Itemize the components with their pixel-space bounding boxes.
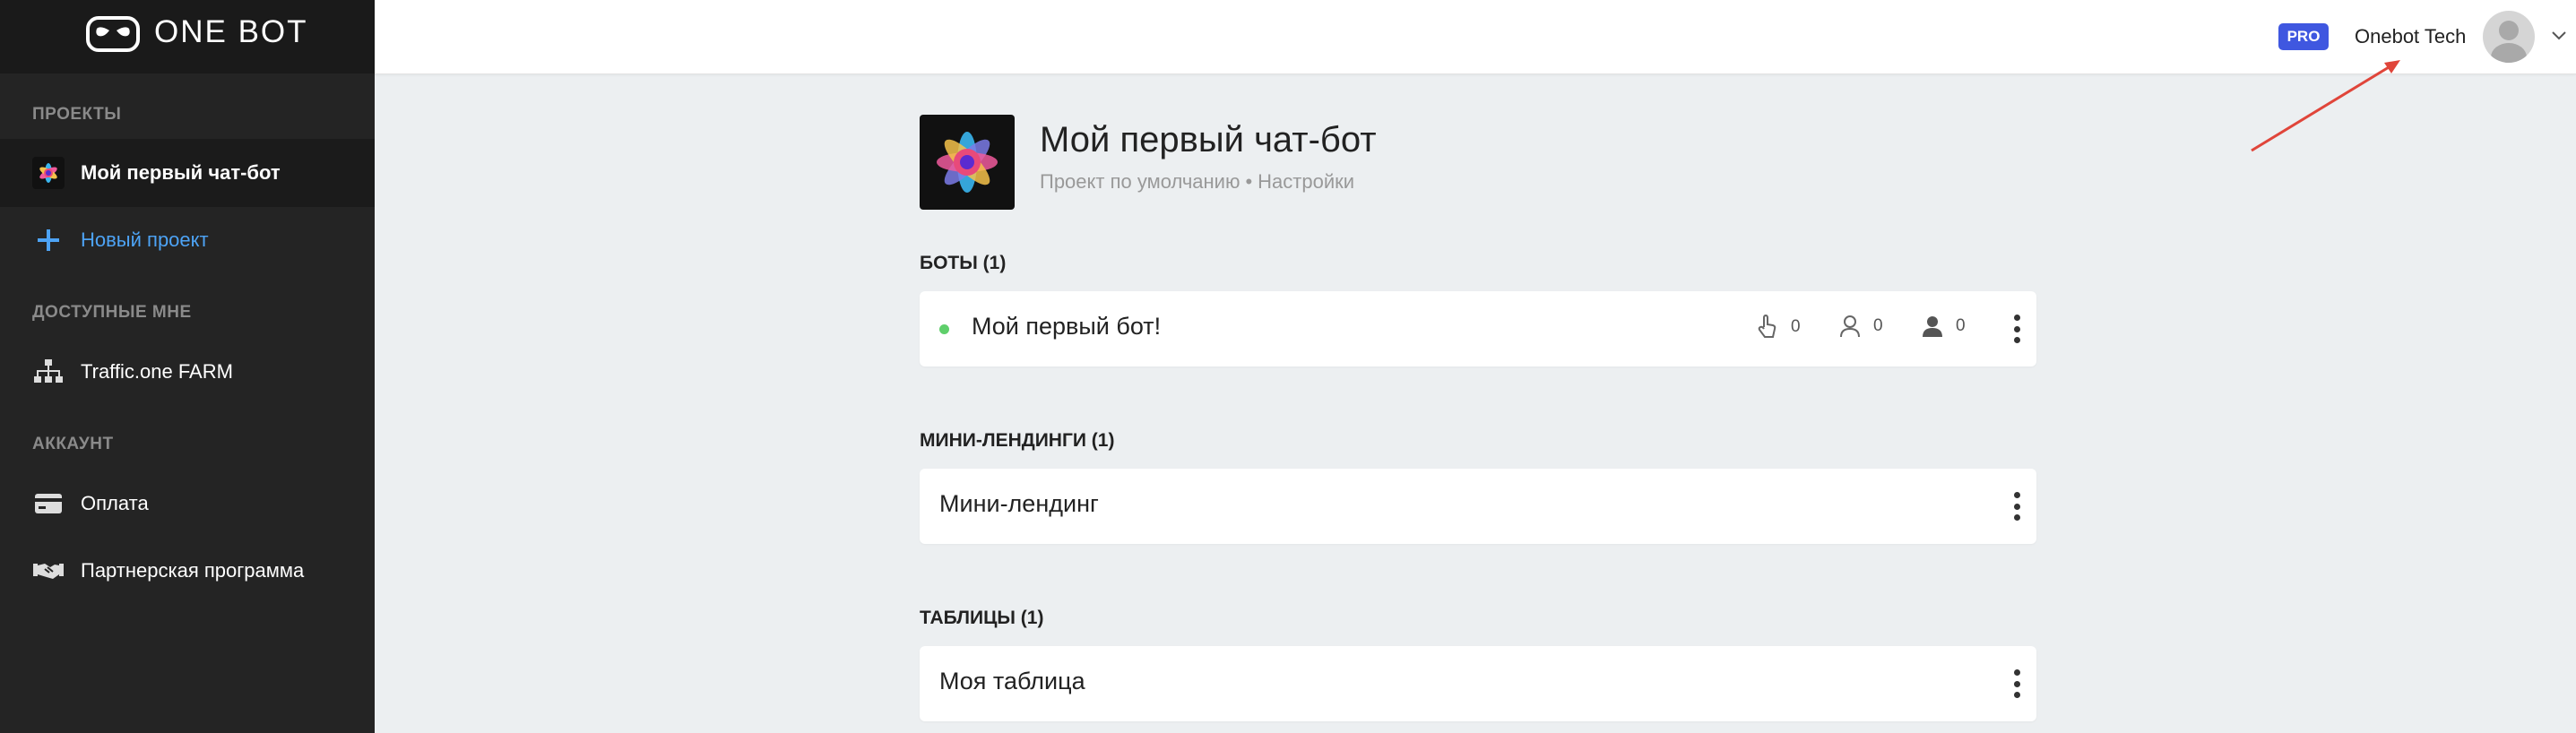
- table-title[interactable]: Моя таблица: [939, 668, 1085, 695]
- group-label-landings: МИНИ-ЛЕНДИНГИ (1): [920, 430, 1115, 451]
- sidebar-item-label: Оплата: [81, 492, 149, 514]
- table-card[interactable]: Моя таблица: [920, 646, 2036, 721]
- logo-text: ONE BOT: [154, 14, 308, 49]
- chevron-down-icon[interactable]: [2551, 29, 2567, 46]
- sidebar-item-payment[interactable]: Оплата: [0, 470, 375, 538]
- more-menu-icon[interactable]: [2011, 669, 2022, 698]
- status-dot: [939, 324, 949, 334]
- credit-card-icon: [32, 487, 65, 520]
- project-settings-link[interactable]: Настройки: [1258, 170, 1354, 193]
- stat-users: 0: [1922, 315, 1966, 338]
- user-outline-icon: [1840, 315, 1860, 338]
- sidebar-item-traffic-one-farm[interactable]: Traffic.one FARM: [0, 338, 375, 406]
- stat-clicks: 0: [1757, 315, 1801, 340]
- section-label-projects: ПРОЕКТЫ: [32, 105, 122, 124]
- sidebar-item-label: Новый проект: [81, 229, 209, 251]
- sidebar-item-partner-program[interactable]: Партнерская программа: [0, 537, 375, 605]
- project-flower-icon: [937, 132, 998, 193]
- landing-title[interactable]: Мини-лендинг: [939, 490, 1099, 518]
- stat-value: 0: [1873, 316, 1883, 335]
- stat-value: 0: [1956, 316, 1966, 335]
- sidebar-item-label: Traffic.one FARM: [81, 360, 233, 383]
- more-menu-icon[interactable]: [2011, 492, 2022, 521]
- landing-card[interactable]: Мини-лендинг: [920, 469, 2036, 544]
- project-logo: [920, 115, 1015, 210]
- stat-subscribers: 0: [1839, 315, 1883, 338]
- page-title: Мой первый чат-бот: [1040, 120, 1377, 160]
- app-logo[interactable]: ONE BOT: [0, 0, 375, 73]
- section-label-shared: ДОСТУПНЫЕ МНЕ: [32, 303, 192, 322]
- sidebar: ONE BOT ПРОЕКТЫ Мой первый чат-бот Новый…: [0, 0, 375, 733]
- plus-icon: [32, 224, 65, 256]
- sidebar-item-label: Мой первый чат-бот: [81, 161, 281, 184]
- sidebar-item-label: Партнерская программа: [81, 559, 305, 582]
- user-avatar-icon[interactable]: [2483, 11, 2535, 63]
- pointer-hand-icon: [1758, 315, 1776, 338]
- project-flower-icon: [32, 157, 65, 189]
- bot-card[interactable]: Мой первый бот! 0 0 0: [920, 291, 2036, 366]
- subtitle-separator: •: [1245, 170, 1253, 193]
- group-label-tables: ТАБЛИЦЫ (1): [920, 608, 1044, 628]
- stat-value: 0: [1791, 317, 1801, 336]
- sitemap-icon: [32, 356, 65, 388]
- group-label-bots: БОТЫ (1): [920, 253, 1007, 273]
- handshake-icon: [32, 555, 65, 587]
- user-solid-icon: [1923, 316, 1942, 337]
- sidebar-item-my-first-chatbot[interactable]: Мой первый чат-бот: [0, 139, 375, 207]
- pro-badge: PRO: [2278, 23, 2329, 50]
- section-label-account: АККАУНТ: [32, 435, 114, 453]
- bot-title[interactable]: Мой первый бот!: [972, 313, 1161, 341]
- annotation-arrow-icon: [2251, 60, 2400, 152]
- bot-mask-logo-icon: [86, 16, 140, 52]
- sidebar-item-new-project[interactable]: Новый проект: [0, 206, 375, 274]
- project-subtitle: Проект по умолчанию • Настройки: [1040, 170, 1354, 194]
- more-menu-icon[interactable]: [2011, 315, 2022, 343]
- user-name[interactable]: Onebot Tech: [2355, 25, 2466, 48]
- project-default-label: Проект по умолчанию: [1040, 170, 1240, 193]
